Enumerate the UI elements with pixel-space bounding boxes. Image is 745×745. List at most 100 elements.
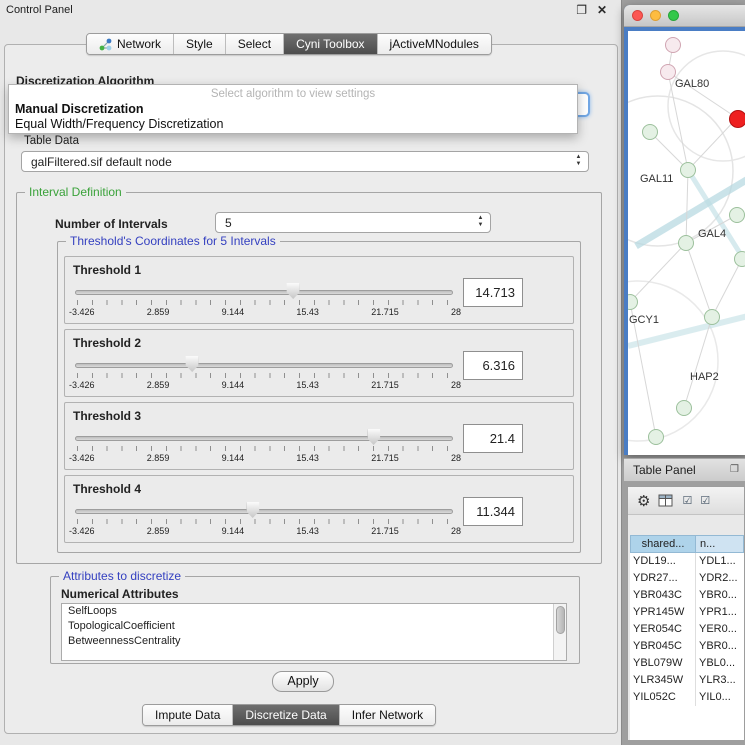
network-node[interactable] (665, 37, 681, 53)
table-cell[interactable]: YDL19... (630, 553, 696, 570)
scrollbar-thumb[interactable] (556, 606, 565, 634)
network-node[interactable] (734, 251, 745, 267)
slider-tickmarks (77, 446, 449, 451)
stepper-icon: ▲ ▼ (476, 215, 485, 229)
tab-select[interactable]: Select (225, 34, 283, 54)
node-table-body[interactable]: YDL19...YDL1...YDR27...YDR2...YBR043CYBR… (630, 553, 744, 740)
attributes-listbox[interactable]: SelfLoops TopologicalCoefficient Between… (61, 603, 567, 661)
table-cell[interactable]: YBR0... (696, 638, 744, 655)
table-cell[interactable]: YDR2... (696, 570, 744, 587)
table-row[interactable]: YBR043CYBR0... (630, 587, 744, 604)
table-data-combobox[interactable]: galFiltered.sif default node ▲ ▼ (21, 151, 589, 172)
table-cell[interactable]: YDL1... (696, 553, 744, 570)
table-row[interactable]: YBR045CYBR0... (630, 638, 744, 655)
table-cell[interactable]: YER054C (630, 621, 696, 638)
table-cell[interactable]: YBR043C (630, 587, 696, 604)
slider-thumb[interactable] (186, 356, 199, 372)
select-none-icon[interactable]: ☑ (700, 494, 710, 507)
table-cell[interactable]: YBR045C (630, 638, 696, 655)
list-item[interactable]: SelfLoops (62, 604, 566, 619)
network-node[interactable] (704, 309, 720, 325)
table-row[interactable]: YDL19...YDL1... (630, 553, 744, 570)
table-cell[interactable]: YPR145W (630, 604, 696, 621)
table-cell[interactable]: YER0... (696, 621, 744, 638)
table-cell[interactable]: YBL079W (630, 655, 696, 672)
tab-jactivemnodules[interactable]: jActiveMNodules (377, 34, 491, 54)
tab-impute-data[interactable]: Impute Data (143, 705, 232, 725)
threshold-slider[interactable]: -3.4262.8599.14415.4321.71528 (75, 427, 453, 467)
network-window-titlebar[interactable] (624, 5, 745, 27)
table-cell[interactable]: YDR27... (630, 570, 696, 587)
table-row[interactable]: YBL079WYBL0... (630, 655, 744, 672)
slider-track[interactable] (75, 436, 453, 441)
columns-icon[interactable] (658, 494, 674, 508)
slider-track[interactable] (75, 509, 453, 514)
table-cell[interactable]: YPR1... (696, 604, 744, 621)
tab-cyni-toolbox[interactable]: Cyni Toolbox (283, 34, 376, 54)
tick-label: 15.43 (296, 380, 319, 390)
threshold-slider[interactable]: -3.4262.8599.14415.4321.71528 (75, 281, 453, 321)
tick-label: 9.144 (222, 380, 245, 390)
slider-track[interactable] (75, 290, 453, 295)
table-row[interactable]: YER054CYER0... (630, 621, 744, 638)
network-node[interactable] (676, 400, 692, 416)
table-row[interactable]: YIL052CYIL0... (630, 689, 744, 706)
table-cell[interactable]: YLR3... (696, 672, 744, 689)
close-icon[interactable]: ✕ (597, 3, 607, 17)
tick-label: 2.859 (147, 380, 170, 390)
column-header-name[interactable]: n... (696, 535, 744, 553)
network-canvas[interactable]: GAL80GAL11GAL4GCY1HAP2 (628, 31, 745, 455)
table-row[interactable]: YLR345WYLR3... (630, 672, 744, 689)
tick-label: 21.715 (371, 380, 399, 390)
threshold-value-field[interactable]: 11.344 (463, 497, 523, 526)
algorithm-option-equal-width[interactable]: Equal Width/Frequency Discretization (15, 117, 223, 131)
slider-tickmarks (77, 519, 449, 524)
attributes-scrollbar[interactable] (553, 604, 566, 660)
threshold-slider[interactable]: -3.4262.8599.14415.4321.71528 (75, 354, 453, 394)
thresholds-legend: Threshold's Coordinates for 5 Intervals (66, 234, 280, 248)
threshold-value-field[interactable]: 6.316 (463, 351, 523, 380)
apply-button[interactable]: Apply (272, 671, 334, 692)
algorithm-option-manual[interactable]: Manual Discretization (15, 102, 144, 116)
threshold-value-field[interactable]: 21.4 (463, 424, 523, 453)
table-cell[interactable]: YLR345W (630, 672, 696, 689)
mac-zoom-icon[interactable] (668, 10, 679, 21)
table-cell[interactable]: YBL0... (696, 655, 744, 672)
slider-thumb[interactable] (367, 429, 380, 445)
threshold-value-field[interactable]: 14.713 (463, 278, 523, 307)
panel-title: Control Panel (6, 4, 73, 16)
threshold-slider[interactable]: -3.4262.8599.14415.4321.71528 (75, 500, 453, 540)
slider-thumb[interactable] (287, 283, 300, 299)
network-node[interactable] (729, 207, 745, 223)
table-row[interactable]: YPR145WYPR1... (630, 604, 744, 621)
gear-icon[interactable]: ⚙ (637, 492, 650, 510)
thresholds-group: Threshold's Coordinates for 5 Intervals … (57, 241, 581, 553)
column-header-shared-name[interactable]: shared... (630, 535, 696, 553)
slider-track[interactable] (75, 363, 453, 368)
mac-minimize-icon[interactable] (650, 10, 661, 21)
list-item[interactable]: BetweennessCentrality (62, 634, 566, 649)
algorithm-placeholder: Select algorithm to view settings (9, 88, 577, 100)
tab-discretize-data[interactable]: Discretize Data (232, 705, 338, 725)
table-cell[interactable]: YIL0... (696, 689, 744, 706)
network-node[interactable] (729, 110, 745, 128)
tab-style[interactable]: Style (173, 34, 225, 54)
algorithm-dropdown-popup: Select algorithm to view settings Manual… (8, 84, 578, 134)
tab-infer-network[interactable]: Infer Network (339, 705, 435, 725)
float-window-icon[interactable]: ❐ (576, 3, 587, 17)
network-node[interactable] (648, 429, 664, 445)
table-row[interactable]: YDR27...YDR2... (630, 570, 744, 587)
network-node[interactable] (680, 162, 696, 178)
select-all-icon[interactable]: ☑ (682, 494, 692, 507)
slider-thumb[interactable] (246, 502, 259, 518)
network-node[interactable] (642, 124, 658, 140)
table-cell[interactable]: YBR0... (696, 587, 744, 604)
tab-network[interactable]: Network (87, 34, 173, 54)
table-cell[interactable]: YIL052C (630, 689, 696, 706)
network-node[interactable] (660, 64, 676, 80)
number-of-intervals-combobox[interactable]: 5 ▲ ▼ (215, 212, 491, 233)
mac-close-icon[interactable] (632, 10, 643, 21)
float-panel-icon[interactable]: ❐ (730, 464, 739, 475)
list-item[interactable]: TopologicalCoefficient (62, 619, 566, 634)
network-node[interactable] (678, 235, 694, 251)
